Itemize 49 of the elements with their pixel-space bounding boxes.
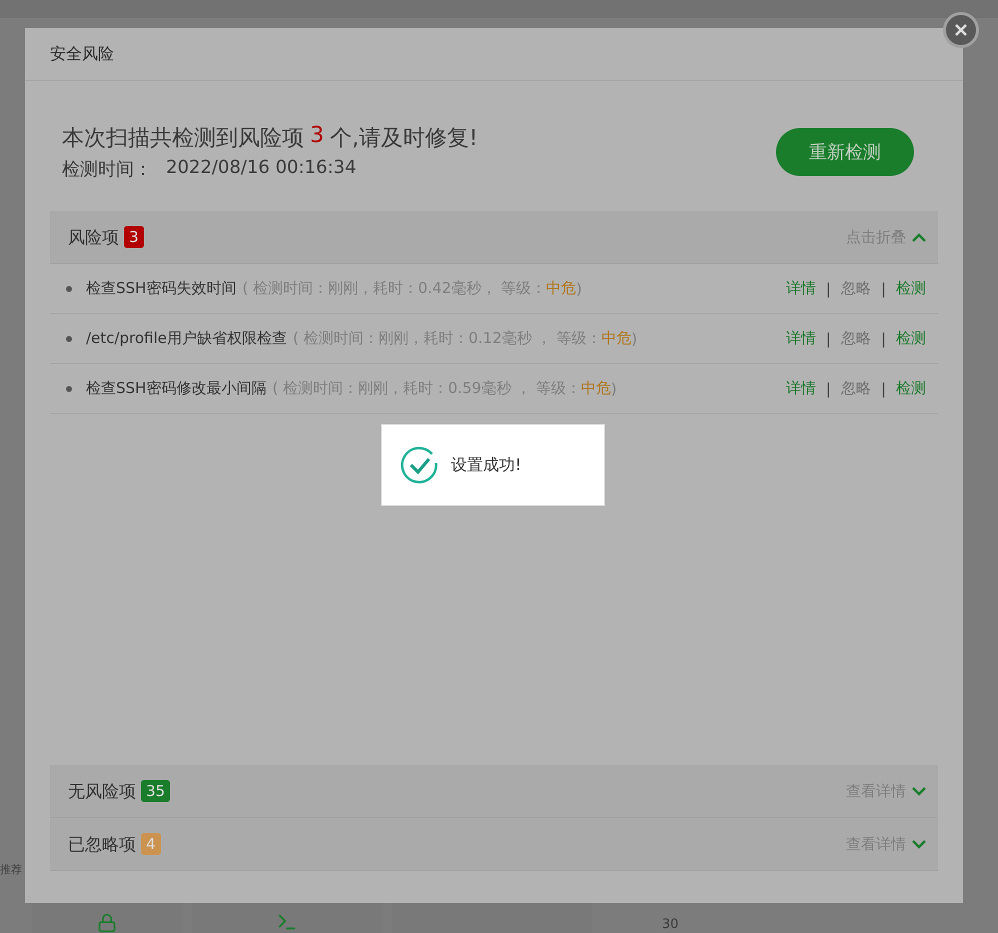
time-value: 2022/08/16 00:16:34 [166,157,356,180]
risk-count: 3 [310,123,324,150]
check-name: 检查SSH密码失效时间 [86,279,236,298]
check-name: 检查SSH密码修改最小间隔 [86,379,266,398]
risk-level: 中危 [601,329,632,348]
risk-level: 中危 [546,279,576,298]
count-badge: 3 [124,226,144,248]
action-link[interactable]: 详情 [786,379,816,398]
chevron-down-icon [912,786,926,796]
check-name: /etc/profile用户缺省权限检查 [86,329,287,348]
action-link[interactable]: 检测 [896,379,926,398]
side-label: 推荐 [0,862,22,877]
separator: | [826,280,831,298]
separator: | [880,280,886,298]
action-link[interactable]: 详情 [786,329,816,348]
count-badge: 4 [141,833,161,855]
headline-text: 本次扫描共检测到风险项 [62,125,304,153]
section-title: 无风险项 [68,780,136,802]
action-link[interactable]: 忽略 [840,279,871,298]
detail-end: ) [610,380,617,398]
separator: | [880,380,886,398]
check-circle-icon [401,446,439,484]
bullet-icon [66,336,72,342]
close-icon [954,23,968,37]
detail-end: ) [631,330,638,348]
risk-level: 中危 [580,379,611,398]
toast-message: 设置成功! [451,454,522,476]
count-badge: 35 [141,780,170,802]
rescan-button[interactable]: 重新检测 [776,128,914,176]
action-link[interactable]: 检测 [896,329,926,348]
chevron-up-icon [912,232,926,242]
action-link[interactable]: 忽略 [840,379,871,398]
lock-icon [97,913,117,933]
action-link[interactable]: 详情 [786,279,816,298]
separator: | [826,380,831,398]
time-label: 检测时间： [62,158,152,181]
section-title: 风险项 [68,226,119,248]
headline-text: 个,请及时修复! [330,125,478,153]
chevron-down-icon [912,840,926,848]
section-title: 已忽略项 [68,834,136,856]
axis-tick: 30 [662,917,679,932]
action-link[interactable]: 检测 [896,279,926,298]
separator: | [880,330,886,348]
bullet-icon [66,386,72,392]
dialog-title: 安全风险 [50,44,114,64]
bullet-icon [66,286,72,292]
action-link[interactable]: 忽略 [840,329,871,348]
detail-end: ) [576,280,582,298]
separator: | [826,330,831,348]
